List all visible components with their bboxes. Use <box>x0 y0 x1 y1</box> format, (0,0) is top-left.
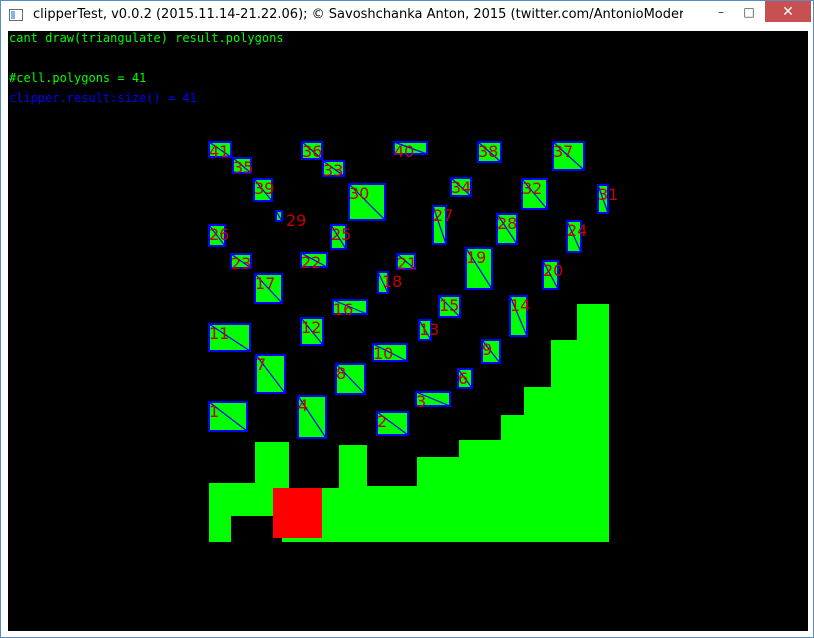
cell-label-26: 26 <box>209 225 229 244</box>
cell-polygon-35: 35 <box>232 157 253 177</box>
cell-polygon-41: 41 <box>208 141 232 161</box>
cell-polygon-4: 4 <box>297 395 327 439</box>
cell-label-20: 20 <box>543 261 563 280</box>
cell-label-34: 34 <box>451 178 471 197</box>
cell-label-1: 1 <box>209 402 219 421</box>
cell-label-13: 13 <box>419 320 439 339</box>
cell-polygon-16: 16 <box>332 299 368 319</box>
cell-label-22: 22 <box>301 253 321 272</box>
cell-label-4: 4 <box>298 396 308 415</box>
cell-label-29: 29 <box>286 211 306 230</box>
cell-polygon-10: 10 <box>372 343 408 363</box>
cell-polygon-27: 27 <box>432 205 453 245</box>
cell-polygon-7: 7 <box>255 354 286 394</box>
cell-polygon-11: 11 <box>208 323 251 352</box>
cell-label-35: 35 <box>233 158 253 177</box>
cell-label-24: 24 <box>567 221 587 240</box>
cell-count-text: #cell.polygons = 41 <box>9 71 147 85</box>
cell-label-30: 30 <box>349 184 369 203</box>
red-square <box>273 488 322 538</box>
cell-polygon-40: 40 <box>393 141 428 161</box>
cell-polygon-37: 37 <box>552 141 585 171</box>
maximize-icon: □ <box>743 4 755 19</box>
cell-label-7: 7 <box>256 355 266 374</box>
cell-polygon-24: 24 <box>566 220 587 253</box>
cell-polygon-22: 22 <box>300 252 328 272</box>
cell-polygon-25: 25 <box>330 224 351 250</box>
minimize-icon: – <box>718 4 724 19</box>
cell-label-23: 23 <box>231 254 251 273</box>
cell-label-16: 16 <box>333 300 353 319</box>
cell-label-18: 18 <box>382 272 402 291</box>
cell-label-21: 21 <box>397 254 417 273</box>
app-window: clipperTest, v0.0.2 (2015.11.14-21.22.06… <box>0 0 814 638</box>
cell-label-6: 6 <box>458 369 468 388</box>
close-button[interactable]: ✕ <box>765 1 811 22</box>
title-bar[interactable]: clipperTest, v0.0.2 (2015.11.14-21.22.06… <box>1 1 813 31</box>
cell-polygon-29: 29 <box>275 210 306 230</box>
cell-label-33: 33 <box>323 161 343 180</box>
cell-polygon-28: 28 <box>496 213 518 245</box>
cell-label-39: 39 <box>254 179 274 198</box>
cell-label-12: 12 <box>301 318 321 337</box>
cell-polygon-21: 21 <box>396 253 417 273</box>
cell-label-37: 37 <box>553 142 573 161</box>
cell-polygon-32: 32 <box>521 178 548 210</box>
cell-label-27: 27 <box>433 206 453 225</box>
cell-label-11: 11 <box>209 324 229 343</box>
maximize-button[interactable]: □ <box>735 1 763 22</box>
cell-label-40: 40 <box>394 142 414 161</box>
cell-polygon-1: 1 <box>208 401 248 432</box>
cell-polygon-6: 6 <box>457 368 473 389</box>
cell-label-15: 15 <box>439 296 459 315</box>
close-icon: ✕ <box>782 3 794 20</box>
cell-label-32: 32 <box>522 179 542 198</box>
cell-polygon-8: 8 <box>335 363 366 395</box>
cell-label-10: 10 <box>373 344 393 363</box>
cell-polygon-19: 19 <box>465 247 493 290</box>
cell-polygon-18: 18 <box>377 271 402 294</box>
cell-polygon-23: 23 <box>230 253 252 273</box>
cell-label-3: 3 <box>416 392 426 411</box>
cell-label-31: 31 <box>598 185 618 204</box>
cell-polygon-3: 3 <box>415 391 451 411</box>
cell-polygon-17: 17 <box>254 273 283 304</box>
cell-polygon-34: 34 <box>450 177 472 197</box>
polygon-scene: 41353936 40 38 373330 34 32 3129 27 28 2426 2523 22… <box>208 141 618 542</box>
app-icon <box>9 9 23 21</box>
cell-polygon-30: 30 <box>348 183 386 221</box>
cell-polygon-2: 2 <box>376 411 409 436</box>
cell-polygon-33: 33 <box>322 160 345 180</box>
cell-polygon-38: 38 <box>477 141 502 163</box>
status-text: cant draw(triangulate) result.polygons <box>9 31 284 45</box>
cell-label-38: 38 <box>478 142 498 161</box>
cell-polygon-39: 39 <box>253 178 274 202</box>
render-canvas[interactable]: 41 35 39 36 40 38 37 33 30 34 32 31 29 27 28 24 26 25 23 22… <box>8 31 808 631</box>
cell-label-28: 28 <box>497 214 517 233</box>
cell-label-8: 8 <box>336 364 346 383</box>
cell-polygon-20: 20 <box>542 260 563 290</box>
cell-label-19: 19 <box>466 248 486 267</box>
cell-polygon-14: 14 <box>509 295 530 337</box>
cell-polygon-26: 26 <box>208 224 229 247</box>
clipper-count-text: clipper.result:size() = 41 <box>9 91 197 105</box>
window-title: clipperTest, v0.0.2 (2015.11.14-21.22.06… <box>33 7 683 22</box>
cell-label-9: 9 <box>482 340 492 359</box>
cell-label-25: 25 <box>331 225 351 244</box>
cell-polygon-9: 9 <box>481 339 501 364</box>
cell-polygon-31: 31 <box>597 184 618 214</box>
cell-polygon-13: 13 <box>418 319 439 341</box>
cell-label-36: 36 <box>302 142 322 161</box>
cell-label-14: 14 <box>510 296 530 315</box>
cell-label-2: 2 <box>377 412 387 431</box>
cell-polygon-15: 15 <box>438 295 461 318</box>
cell-polygon-12: 12 <box>300 317 324 346</box>
cell-label-17: 17 <box>255 274 275 293</box>
cell-label-41: 41 <box>209 142 229 161</box>
cell-polygon-36: 36 <box>301 141 323 161</box>
minimize-button[interactable]: – <box>707 1 735 22</box>
